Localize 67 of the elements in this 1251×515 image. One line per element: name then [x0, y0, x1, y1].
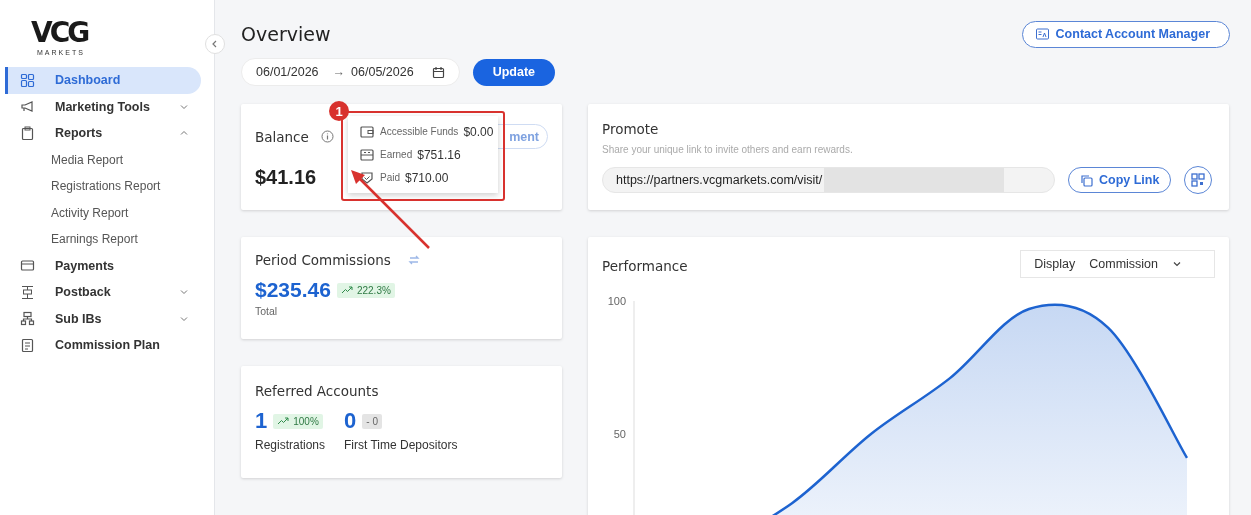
breakdown-label: Accessible Funds — [380, 126, 459, 137]
qr-code-icon — [1191, 173, 1206, 187]
balance-amount: $41.16 — [255, 166, 317, 189]
sidebar-subitem[interactable]: Activity Report — [0, 199, 214, 226]
sidebar-item[interactable]: Dashboard — [5, 67, 201, 94]
display-select[interactable]: Display Commission — [1020, 250, 1215, 278]
sidebar-subitem[interactable]: Media Report — [0, 146, 214, 173]
breakdown-label: Earned — [380, 149, 413, 160]
breakdown-value: $751.16 — [417, 147, 461, 162]
trend-up-icon — [277, 416, 290, 426]
chevron-down-icon — [1172, 259, 1182, 269]
page-title: Overview — [241, 23, 331, 45]
hierarchy-icon — [20, 311, 35, 327]
clipboard-icon — [20, 125, 35, 141]
change-badge: 100% — [273, 413, 323, 429]
commission-amount: $235.46 — [255, 278, 331, 302]
shield-check-icon — [360, 170, 374, 185]
card-title: Promote — [602, 121, 660, 137]
wallet-icon — [360, 124, 374, 139]
trend-up-icon — [340, 285, 353, 295]
breakdown-value: $710.00 — [405, 170, 449, 185]
sidebar-item[interactable]: Commission Plan — [5, 332, 201, 359]
change-badge: - 0 — [362, 413, 382, 429]
stat-label: Registrations — [255, 438, 326, 452]
grid-icon — [20, 72, 35, 88]
document-icon — [20, 337, 35, 353]
update-button[interactable]: Update — [472, 58, 555, 86]
collapse-sidebar-button[interactable] — [205, 34, 225, 54]
card-icon — [360, 147, 374, 162]
stat-value: 0 — [344, 408, 357, 434]
sidebar-item[interactable]: Postback — [5, 279, 201, 306]
card-title: Referred Accounts — [255, 383, 379, 399]
calendar-icon — [431, 65, 445, 79]
y-tick-label: 50 — [613, 428, 626, 440]
card-title: Performance — [602, 258, 688, 274]
sidebar-subitem[interactable]: Registrations Report — [0, 173, 214, 200]
stat-label: First Time Depositors — [344, 438, 458, 452]
card-title: Period Commissions — [255, 252, 391, 268]
arrow-text: → — [332, 65, 346, 79]
sidebar-item[interactable]: Payments — [5, 252, 201, 279]
sidebar-item[interactable]: Sub IBs — [5, 305, 201, 332]
swap-icon[interactable] — [406, 253, 421, 267]
sidebar-item[interactable]: Marketing Tools — [5, 93, 201, 120]
sidebar-subitem[interactable]: Earnings Report — [0, 226, 214, 253]
info-icon[interactable] — [320, 130, 334, 143]
start-date: 06/01/2026 — [256, 65, 319, 79]
qr-code-button[interactable] — [1184, 166, 1213, 194]
flow-icon — [20, 284, 35, 300]
sidebar-item[interactable]: Reports — [5, 120, 201, 147]
y-tick-label: 100 — [607, 295, 626, 307]
copy-link-button[interactable]: Copy Link — [1068, 167, 1172, 193]
promote-description: Share your unique link to invite others and earn rewards. — [602, 144, 854, 155]
end-date: 06/05/2026 — [351, 65, 414, 79]
annotation-badge: 1 — [329, 101, 349, 121]
stat-value: 1 — [255, 408, 268, 434]
copy-icon — [1080, 173, 1093, 187]
date-range-field[interactable]: 06/01/2026 → 06/05/2026 — [241, 58, 460, 86]
total-label: Total — [255, 305, 279, 317]
contact-account-manager-button[interactable]: Contact Account Manager — [1021, 20, 1230, 48]
card-title: Balance — [255, 128, 309, 145]
referral-link-field[interactable]: https://partners.vcgmarkets.com/visit/ — [602, 167, 1055, 193]
breakdown-label: Paid — [380, 172, 400, 183]
breakdown-value: $0.00 — [463, 124, 494, 139]
contact-card-icon — [1035, 28, 1049, 40]
change-badge: 222.3% — [336, 282, 395, 298]
megaphone-icon — [20, 99, 35, 115]
card-icon — [20, 258, 35, 274]
